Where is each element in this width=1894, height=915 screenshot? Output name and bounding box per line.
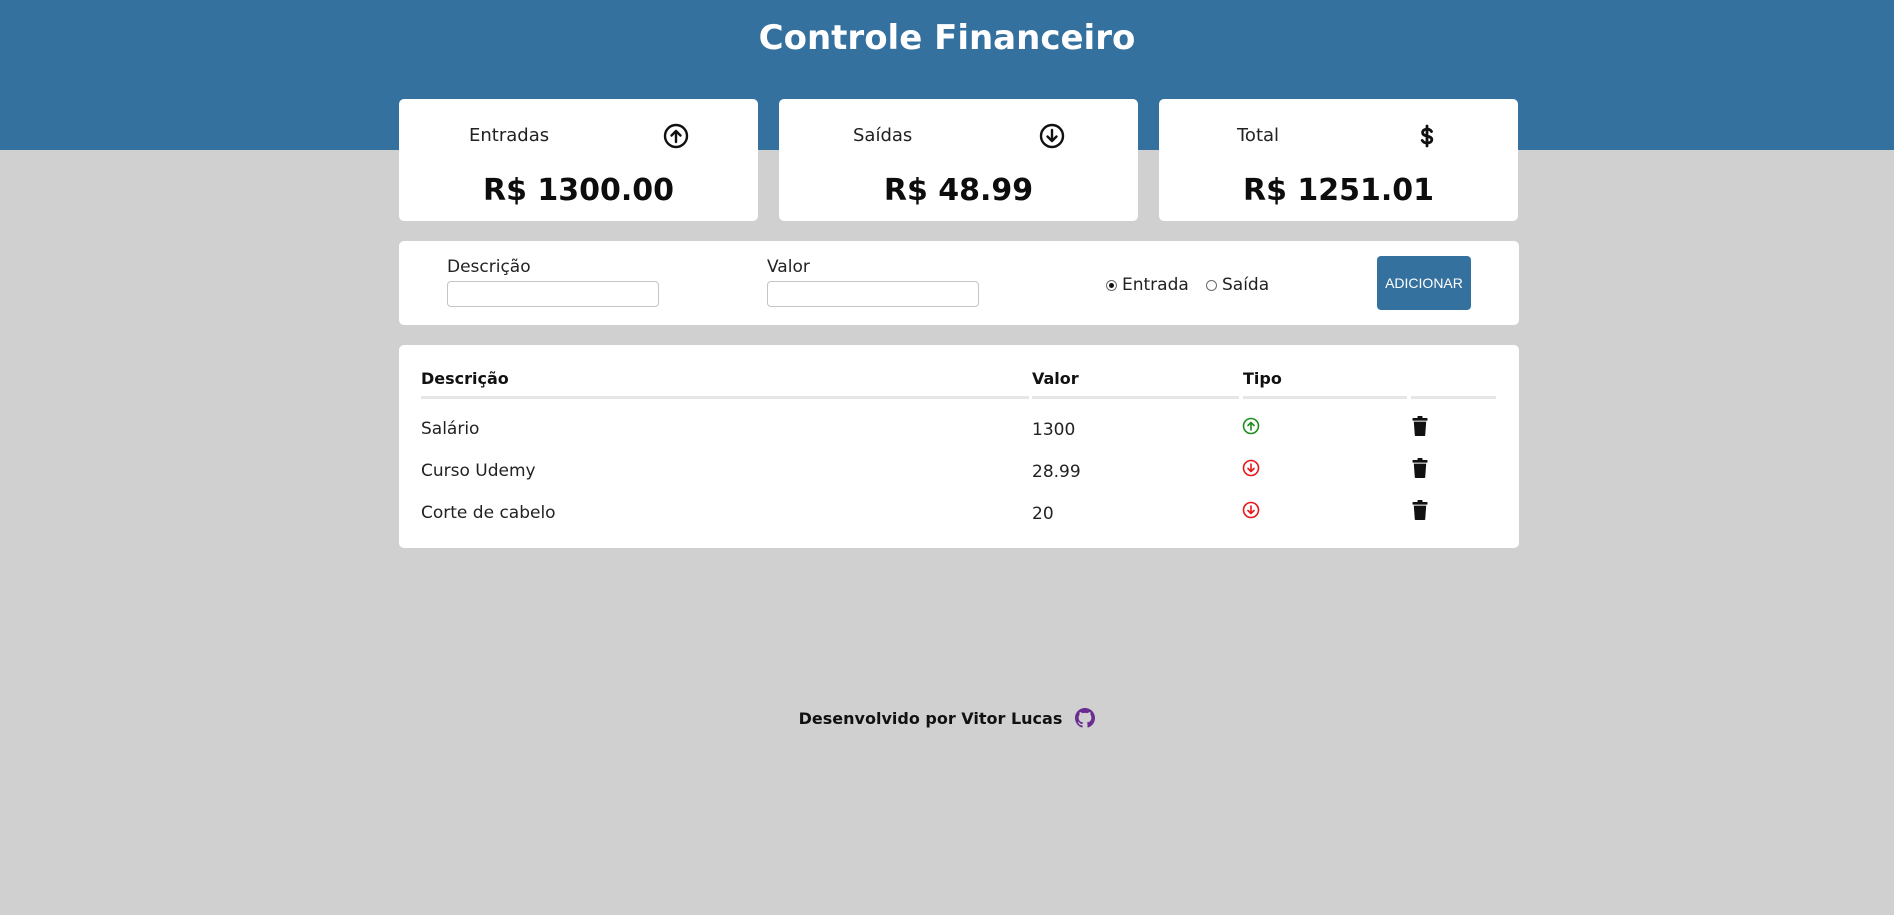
valor-input[interactable] (767, 281, 979, 307)
arrow-down-circle-icon (1242, 459, 1260, 477)
summary-card-total: Total R$ 1251.01 (1159, 99, 1518, 221)
radio-entrada-circle[interactable] (1106, 279, 1117, 291)
radio-entrada[interactable]: Entrada (1106, 275, 1189, 295)
radio-entrada-label: Entrada (1122, 275, 1189, 295)
header-rule (421, 396, 1029, 399)
arrow-down-circle-icon (1039, 123, 1065, 149)
add-button[interactable]: ADICIONAR (1377, 256, 1471, 310)
descricao-input[interactable] (447, 281, 659, 307)
radio-saida[interactable]: Saída (1206, 275, 1269, 295)
header-rule (1411, 396, 1496, 399)
row-descricao: Salário (421, 419, 480, 439)
saidas-value: R$ 48.99 (883, 173, 1034, 208)
total-value: R$ 1251.01 (1242, 173, 1435, 208)
arrow-down-circle-icon (1242, 501, 1260, 519)
page-title: Controle Financeiro (758, 18, 1136, 58)
row-valor: 28.99 (1032, 462, 1081, 482)
transaction-form: Descrição Valor Entrada Saída ADICIONAR (399, 241, 1519, 325)
entradas-value: R$ 1300.00 (482, 173, 675, 208)
row-descricao: Curso Udemy (421, 461, 536, 481)
entradas-label: Entradas (469, 125, 550, 146)
transactions-table: Descrição Valor Tipo Salário 1300 Curso … (399, 345, 1519, 548)
trash-icon[interactable] (1412, 458, 1428, 478)
valor-label: Valor (767, 257, 810, 277)
row-valor: 1300 (1032, 420, 1076, 440)
footer: Desenvolvido por Vitor Lucas (0, 708, 1894, 728)
header-rule (1032, 396, 1239, 399)
header-descricao: Descrição (421, 369, 509, 388)
saidas-label: Saídas (853, 125, 913, 146)
total-label: Total (1237, 125, 1280, 146)
radio-saida-label: Saída (1222, 275, 1270, 295)
descricao-label: Descrição (447, 257, 531, 277)
row-valor: 20 (1032, 504, 1054, 524)
header-valor: Valor (1032, 369, 1079, 388)
summary-card-entradas: Entradas R$ 1300.00 (399, 99, 758, 221)
trash-icon[interactable] (1412, 416, 1428, 436)
arrow-up-circle-icon (663, 123, 689, 149)
header-rule (1243, 396, 1407, 399)
header-tipo: Tipo (1243, 369, 1282, 388)
footer-text: Desenvolvido por Vitor Lucas (798, 708, 1063, 728)
dollar-icon (1420, 124, 1434, 148)
arrow-up-circle-icon (1242, 417, 1260, 435)
trash-icon[interactable] (1412, 500, 1428, 520)
github-icon[interactable] (1075, 708, 1096, 728)
radio-saida-circle[interactable] (1206, 279, 1217, 291)
row-descricao: Corte de cabelo (421, 503, 556, 523)
summary-card-saidas: Saídas R$ 48.99 (779, 99, 1138, 221)
